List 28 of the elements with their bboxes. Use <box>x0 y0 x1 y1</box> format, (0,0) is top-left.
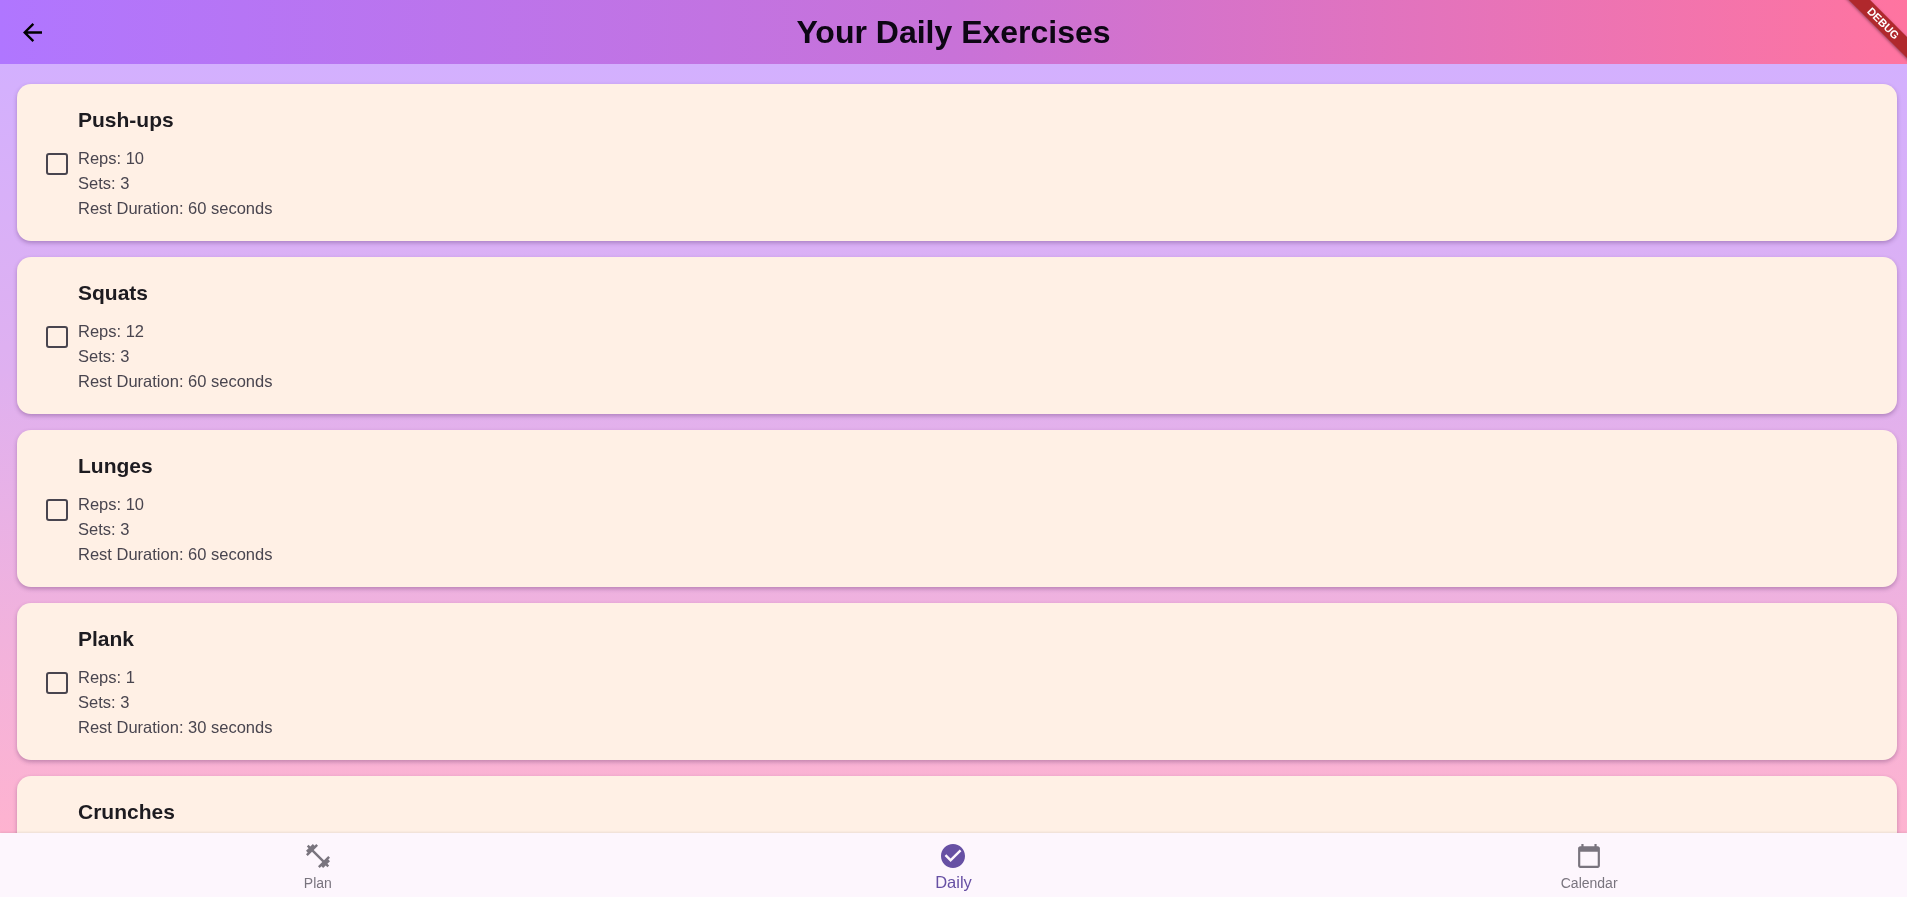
back-arrow-icon <box>22 22 42 42</box>
exercise-detail: Rest Duration: 60 seconds <box>78 371 273 392</box>
exercise-name: Lunges <box>78 453 154 479</box>
page-title: Your Daily Exercises <box>795 13 1112 52</box>
calendar-icon <box>1577 844 1602 868</box>
nav-tab[interactable]: Daily <box>635 833 1272 897</box>
exercise-detail: Rest Duration: 60 seconds <box>78 544 273 565</box>
exercise-detail: Sets: 3 <box>78 519 131 540</box>
exercise-detail: Sets: 3 <box>78 692 131 713</box>
nav-tab[interactable]: Plan <box>0 833 636 897</box>
exercise-detail: Reps: 10 <box>78 148 146 169</box>
nav-tab[interactable]: Calendar <box>1271 833 1907 897</box>
checkbox[interactable] <box>46 498 68 521</box>
exercise-name: Push-ups <box>78 107 175 133</box>
checkbox[interactable] <box>46 152 68 175</box>
dumbbell-icon <box>305 844 330 868</box>
exercise-name: Squats <box>78 280 149 306</box>
exercise-detail: Reps: 12 <box>78 321 146 342</box>
exercise-name: Plank <box>78 626 136 652</box>
exercise-name: Crunches <box>78 799 175 825</box>
exercise-detail: Sets: 3 <box>78 346 131 367</box>
exercise-detail: Reps: 1 <box>78 667 136 688</box>
exercise-detail: Rest Duration: 60 seconds <box>78 198 273 219</box>
exercise-detail: Sets: 3 <box>78 173 131 194</box>
checkbox[interactable] <box>46 671 68 694</box>
checkbox[interactable] <box>46 325 68 348</box>
exercise-detail: Rest Duration: 30 seconds <box>78 717 273 738</box>
exercise-detail: Reps: 10 <box>78 494 146 515</box>
